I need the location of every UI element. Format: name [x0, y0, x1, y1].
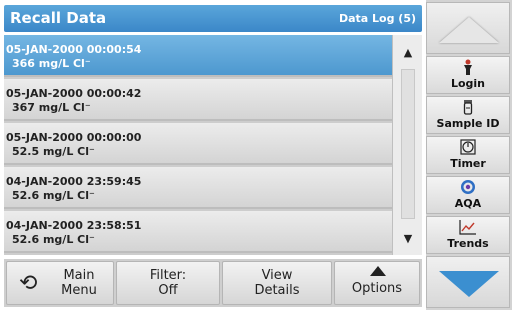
data-log-list: 05-JAN-2000 00:00:54 366 mg/L Cl⁻ 05-JAN… [4, 35, 392, 255]
filter-line1: Filter: [149, 268, 187, 283]
triangle-up-icon: ▲ [403, 45, 413, 59]
filter-label: Filter: Off [117, 268, 219, 298]
large-down-arrow-icon [439, 271, 499, 297]
login-button[interactable]: Login [426, 56, 510, 94]
aqa-button[interactable]: AQA [426, 176, 510, 214]
sample-vial-icon [427, 99, 509, 115]
view-details-button[interactable]: View Details [222, 261, 332, 305]
trends-label: Trends [447, 237, 489, 250]
list-item[interactable]: 04-JAN-2000 23:58:51 52.6 mg/L Cl⁻ [4, 211, 392, 253]
page-title: Recall Data [10, 9, 107, 27]
view-details-line2: Details [254, 283, 300, 298]
main-menu-line1: Main [63, 268, 95, 283]
main-menu-line2: Menu [61, 283, 97, 298]
view-details-label: View Details [223, 268, 331, 298]
right-sidebar: Login Sample ID Timer AQA Trends [426, 0, 512, 310]
item-value: 52.6 mg/L Cl⁻ [12, 189, 95, 202]
triangle-up-icon [370, 266, 386, 276]
back-arrow-icon: ⟲ [19, 271, 38, 296]
item-datetime: 05-JAN-2000 00:00:42 [6, 87, 142, 100]
item-datetime: 05-JAN-2000 00:00:00 [6, 131, 142, 144]
nav-up-button[interactable] [426, 2, 510, 54]
nav-down-button[interactable] [426, 256, 510, 308]
timer-icon [427, 139, 509, 155]
recall-data-screen: Recall Data Data Log (5) 05-JAN-2000 00:… [0, 0, 512, 310]
scroll-up-button[interactable]: ▲ [394, 37, 422, 67]
list-item[interactable]: 05-JAN-2000 00:00:00 52.5 mg/L Cl⁻ [4, 123, 392, 165]
options-button[interactable]: Options [334, 261, 420, 305]
aqa-label: AQA [454, 197, 482, 210]
list-item[interactable]: 05-JAN-2000 00:00:54 366 mg/L Cl⁻ [4, 35, 392, 77]
item-value: 52.6 mg/L Cl⁻ [12, 233, 95, 246]
item-datetime: 04-JAN-2000 23:59:45 [6, 175, 142, 188]
item-value: 52.5 mg/L Cl⁻ [12, 145, 95, 158]
large-up-arrow-icon [439, 17, 499, 43]
trends-button[interactable]: Trends [426, 216, 510, 254]
data-log-count: Data Log (5) [338, 12, 416, 25]
item-value: 367 mg/L Cl⁻ [12, 101, 91, 114]
item-value: 366 mg/L Cl⁻ [12, 57, 91, 70]
options-label: Options [351, 281, 403, 296]
item-datetime: 04-JAN-2000 23:58:51 [6, 219, 142, 232]
view-details-line1: View [261, 268, 293, 283]
main-menu-label: Main Menu [51, 268, 107, 298]
list-item[interactable]: 05-JAN-2000 00:00:42 367 mg/L Cl⁻ [4, 79, 392, 121]
triangle-down-icon: ▼ [403, 231, 413, 245]
timer-button[interactable]: Timer [426, 136, 510, 174]
scroll-track[interactable] [401, 69, 415, 219]
filter-button[interactable]: Filter: Off [116, 261, 220, 305]
login-label: Login [450, 77, 486, 90]
list-scrollbar[interactable]: ▲ ▼ [392, 35, 422, 255]
person-icon [427, 59, 509, 75]
trends-chart-icon [427, 219, 509, 235]
filter-line2: Off [158, 283, 178, 298]
item-datetime: 05-JAN-2000 00:00:54 [6, 43, 142, 56]
list-item[interactable]: 04-JAN-2000 23:59:45 52.6 mg/L Cl⁻ [4, 167, 392, 209]
sample-id-button[interactable]: Sample ID [426, 96, 510, 134]
scroll-down-button[interactable]: ▼ [394, 223, 422, 253]
sample-id-label: Sample ID [436, 117, 500, 130]
aqa-icon [427, 179, 509, 195]
timer-label: Timer [450, 157, 486, 170]
bottom-toolbar: ⟲ Main Menu Filter: Off View Details Opt… [4, 259, 422, 307]
title-bar: Recall Data Data Log (5) [4, 5, 422, 32]
main-menu-button[interactable]: ⟲ Main Menu [6, 261, 114, 305]
